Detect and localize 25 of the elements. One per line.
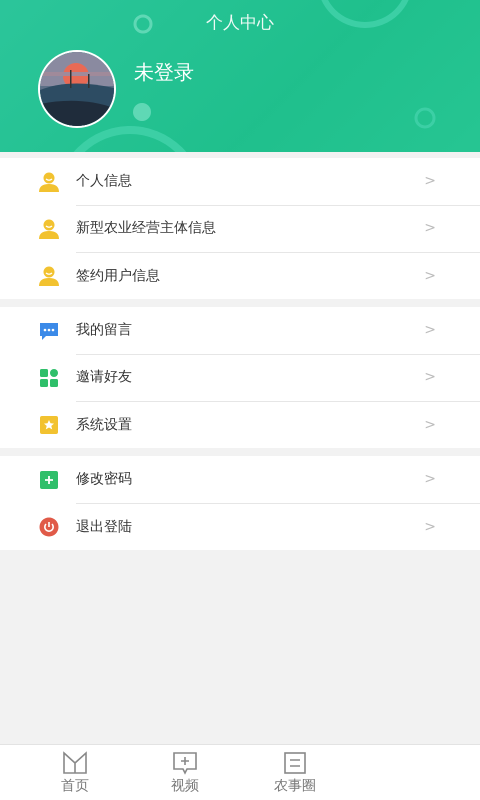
chevron-icon: > [424, 518, 436, 534]
message-icon [39, 320, 59, 340]
ring [414, 108, 436, 128]
tab[interactable]: 农事圈 [240, 745, 350, 800]
chevron-icon: > [424, 220, 436, 236]
grid-icon [39, 368, 59, 388]
chevron-icon: > [424, 322, 436, 338]
add-video-icon [172, 750, 198, 774]
chevron-icon: > [424, 173, 436, 189]
person-icon [38, 172, 60, 192]
plus-icon [39, 470, 59, 490]
person-icon [38, 218, 60, 238]
chevron-icon: > [424, 369, 436, 385]
page-title: 个人中心 [206, 12, 274, 34]
note-icon [283, 750, 307, 774]
book-icon [62, 750, 88, 774]
ring [134, 14, 152, 34]
chevron-icon: > [424, 471, 436, 487]
dot [133, 103, 151, 121]
person-icon [38, 266, 60, 286]
chevron-icon: > [424, 268, 436, 284]
power-icon [39, 516, 59, 536]
chevron-icon: > [424, 416, 436, 432]
tab[interactable]: 首页 [20, 745, 130, 800]
tab[interactable]: 视频 [130, 745, 240, 800]
